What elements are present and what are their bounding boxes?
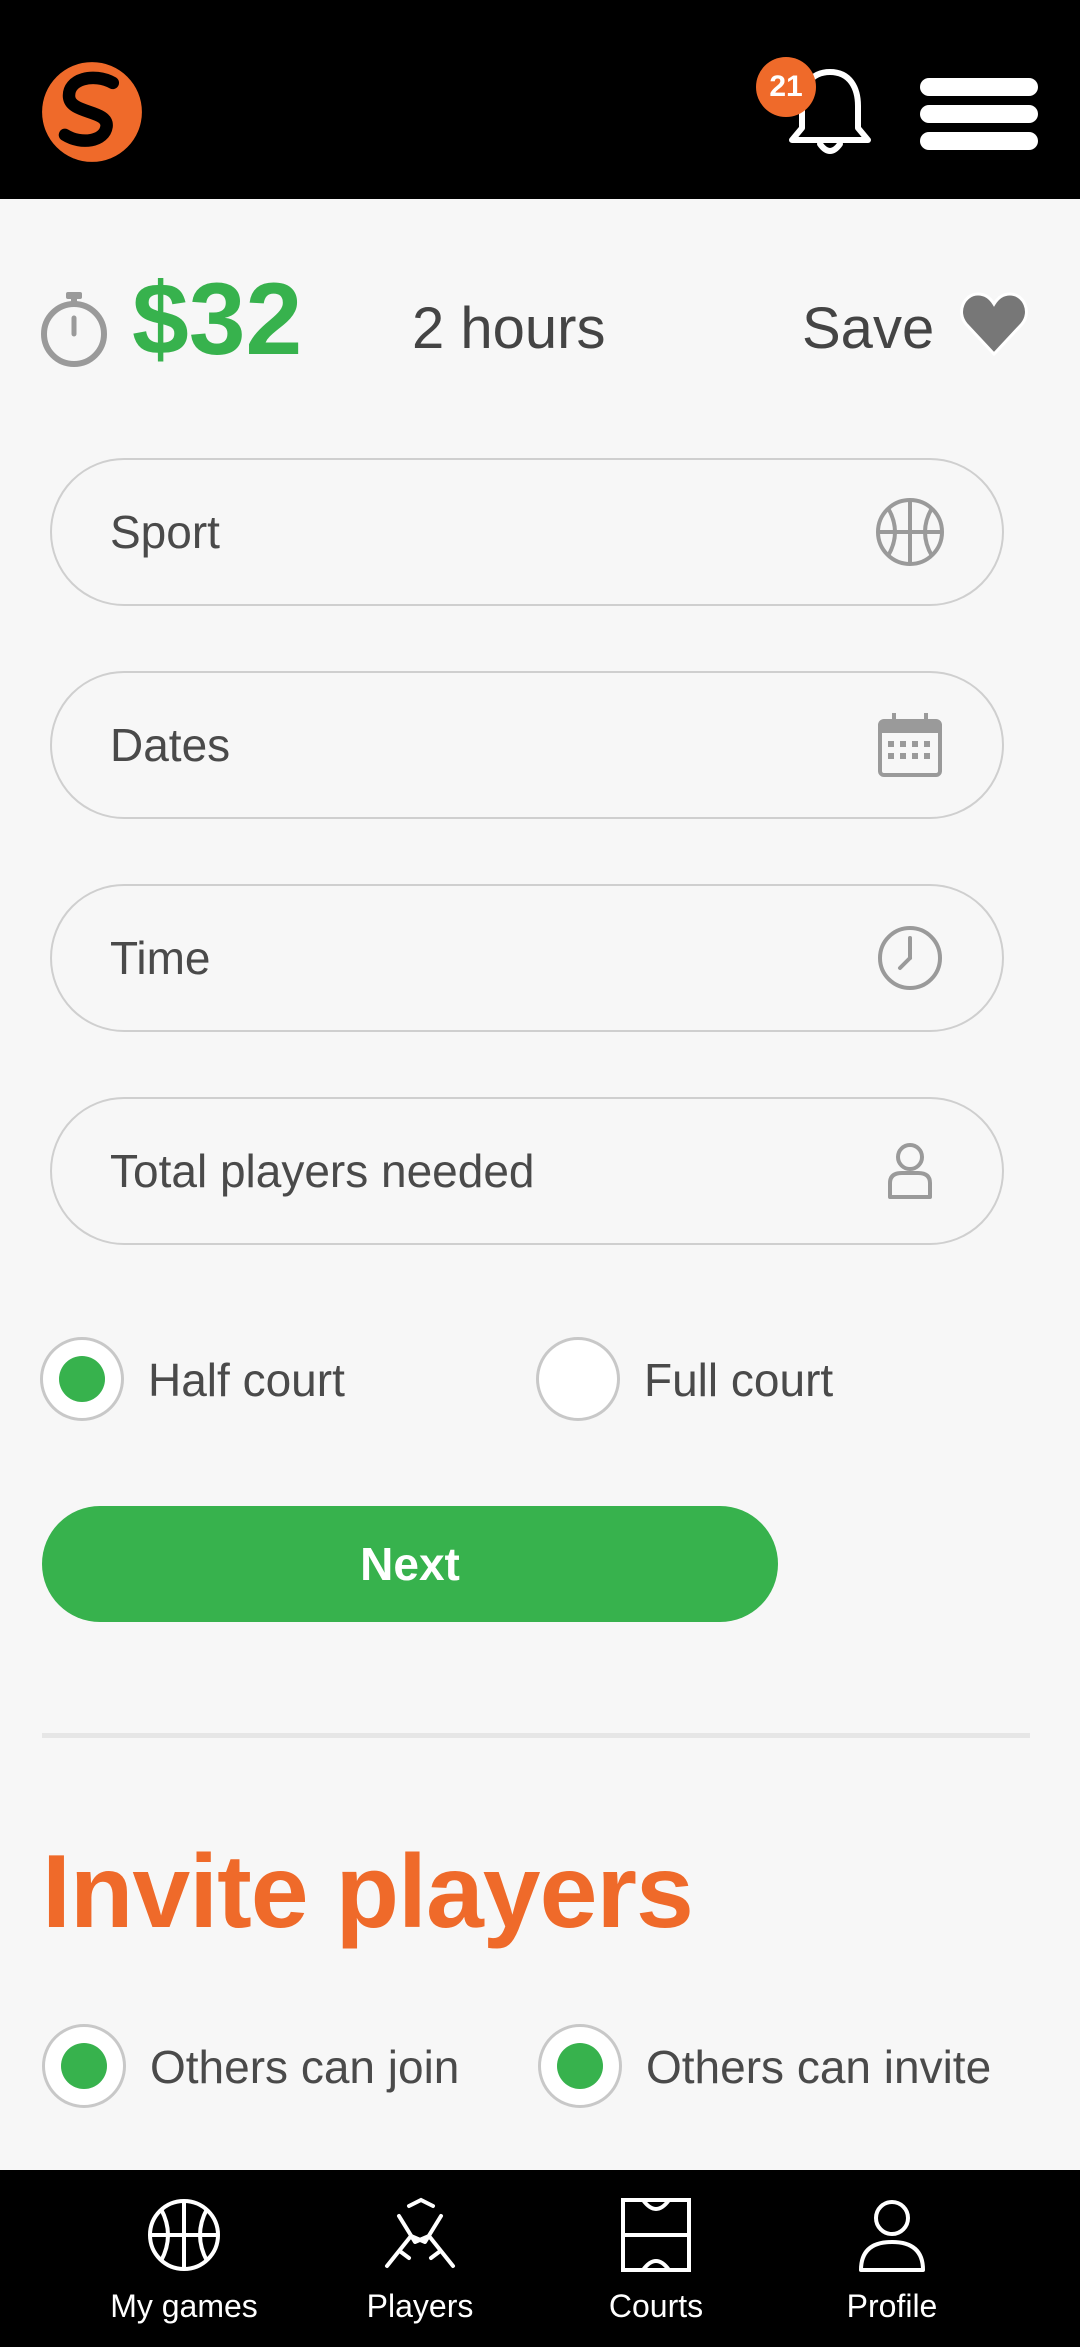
others-can-join-label: Others can join bbox=[150, 2041, 460, 2093]
duration-value: 2 hours bbox=[412, 296, 606, 361]
basketball-icon bbox=[876, 498, 944, 566]
invite-players-heading: Invite players bbox=[42, 1834, 694, 1950]
stopwatch-icon bbox=[41, 292, 107, 367]
person-icon bbox=[888, 1143, 932, 1199]
nav-profile[interactable]: Profile bbox=[772, 2170, 1012, 2347]
court-icon bbox=[621, 2198, 691, 2272]
bottom-nav: My games Players Courts Profile bbox=[0, 2170, 1080, 2347]
notification-badge: 21 bbox=[756, 57, 816, 117]
others-can-join-radio[interactable] bbox=[42, 2024, 126, 2108]
logo-icon[interactable] bbox=[40, 60, 144, 164]
basketball-icon bbox=[148, 2199, 220, 2271]
full-court-label: Full court bbox=[644, 1354, 834, 1406]
nav-courts-label: Courts bbox=[608, 2288, 704, 2324]
handshake-icon bbox=[385, 2197, 455, 2268]
next-button[interactable]: Next bbox=[42, 1506, 778, 1622]
others-can-invite-label: Others can invite bbox=[646, 2041, 992, 2093]
time-field[interactable]: Time bbox=[50, 884, 1004, 1032]
others-can-invite-radio[interactable] bbox=[538, 2024, 622, 2108]
person-icon bbox=[859, 2200, 925, 2272]
players-field[interactable]: Total players needed bbox=[50, 1097, 1004, 1245]
top-bar: 21 bbox=[0, 0, 1080, 199]
price-summary: $32 2 hours Save bbox=[0, 260, 1080, 380]
nav-players-label: Players bbox=[366, 2288, 474, 2324]
sport-field[interactable]: Sport bbox=[50, 458, 1004, 606]
clock-icon bbox=[878, 926, 942, 990]
nav-profile-label: Profile bbox=[846, 2288, 938, 2324]
nav-my-games[interactable]: My games bbox=[64, 2170, 304, 2347]
section-divider bbox=[42, 1733, 1030, 1738]
time-field-placeholder: Time bbox=[110, 932, 211, 984]
dates-field[interactable]: Dates bbox=[50, 671, 1004, 819]
nav-players[interactable]: Players bbox=[300, 2170, 540, 2347]
hamburger-menu-icon[interactable] bbox=[920, 78, 1038, 150]
heart-icon[interactable] bbox=[958, 288, 1030, 360]
half-court-radio[interactable] bbox=[40, 1337, 124, 1421]
full-court-radio[interactable] bbox=[536, 1337, 620, 1421]
sport-field-placeholder: Sport bbox=[110, 506, 220, 558]
calendar-icon bbox=[878, 713, 942, 777]
nav-courts[interactable]: Courts bbox=[536, 2170, 776, 2347]
dates-field-placeholder: Dates bbox=[110, 719, 231, 771]
save-button[interactable]: Save bbox=[802, 300, 934, 358]
nav-my-games-label: My games bbox=[110, 2288, 258, 2324]
players-field-placeholder: Total players needed bbox=[110, 1145, 535, 1197]
half-court-label: Half court bbox=[148, 1354, 345, 1406]
price-value: $32 bbox=[132, 262, 303, 376]
